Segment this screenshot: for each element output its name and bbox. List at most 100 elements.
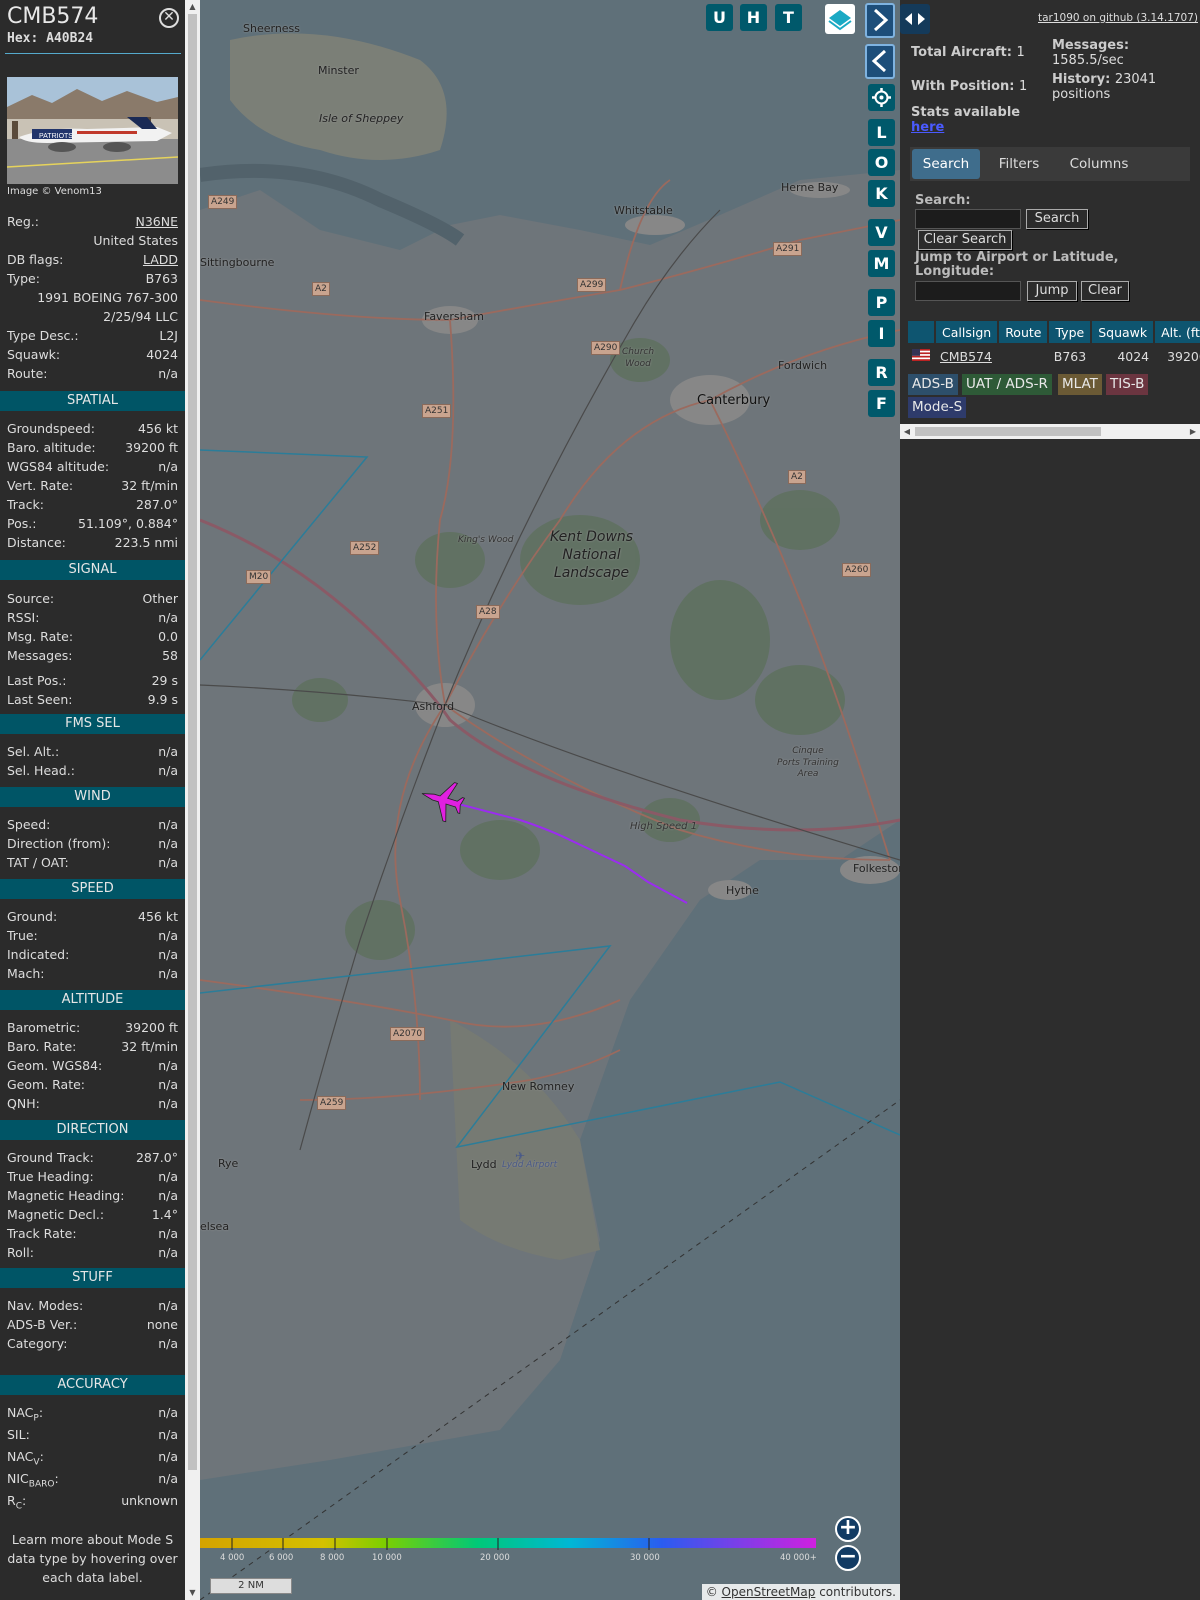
field-label[interactable]: Indicated:	[7, 945, 69, 964]
field-label[interactable]: Messages:	[7, 646, 73, 665]
field-label[interactable]: Geom. Rate:	[7, 1075, 85, 1094]
field-label[interactable]: ADS-B Ver.:	[7, 1315, 77, 1334]
table-horizontal-scrollbar[interactable]: ◀ ▶	[900, 424, 1200, 439]
layers-button[interactable]	[825, 4, 855, 34]
field-label[interactable]: Msg. Rate:	[7, 627, 73, 646]
column-header[interactable]: Callsign	[936, 321, 998, 343]
toggle-panel-width-button[interactable]	[900, 4, 930, 34]
table-row[interactable]: CMB574 B763 4024 39200	[908, 345, 1200, 367]
field-label[interactable]: Speed:	[7, 815, 50, 834]
stats-link[interactable]: here	[911, 120, 1020, 135]
field-label[interactable]: Direction (from):	[7, 834, 111, 853]
field-label[interactable]: Reg.:	[7, 212, 39, 231]
column-header[interactable]	[908, 321, 934, 343]
column-header[interactable]: Route	[999, 321, 1048, 343]
field-label[interactable]: Last Seen:	[7, 690, 72, 709]
tab-search[interactable]: Search	[912, 149, 980, 179]
field-label[interactable]: Magnetic Decl.:	[7, 1205, 104, 1224]
sidebar-scrollbar-thumb[interactable]	[188, 14, 197, 1470]
zoom-out-button[interactable]: −	[835, 1545, 861, 1571]
field-label[interactable]: Barometric:	[7, 1018, 80, 1037]
search-input[interactable]	[915, 209, 1021, 229]
badge-uat-adsr[interactable]: UAT / ADS-R	[962, 374, 1052, 395]
field-label[interactable]: Sel. Alt.:	[7, 742, 59, 761]
aircraft-marker[interactable]	[416, 774, 468, 825]
field-label[interactable]: Nav. Modes:	[7, 1296, 83, 1315]
field-value-link[interactable]: N36NE	[135, 212, 178, 231]
field-label[interactable]: True Heading:	[7, 1167, 94, 1186]
map-button-p[interactable]: P	[868, 289, 895, 316]
settings-button[interactable]	[868, 84, 895, 111]
column-header[interactable]: Squawk	[1092, 321, 1154, 343]
field-label[interactable]: Mach:	[7, 964, 44, 983]
clear-search-button[interactable]: Clear Search	[918, 230, 1012, 250]
field-label[interactable]: Type Desc.:	[7, 326, 79, 345]
field-label[interactable]: TAT / OAT:	[7, 853, 69, 872]
tab-filters[interactable]: Filters	[984, 149, 1054, 179]
field-label[interactable]: Magnetic Heading:	[7, 1186, 124, 1205]
field-label[interactable]: Distance:	[7, 533, 66, 552]
map-button-l[interactable]: L	[868, 119, 895, 146]
field-label[interactable]: Track Rate:	[7, 1224, 77, 1243]
field-label[interactable]: Route:	[7, 364, 48, 383]
field-label[interactable]: Vert. Rate:	[7, 476, 73, 495]
map-button-m[interactable]: M	[868, 250, 895, 277]
field-label[interactable]: DB flags:	[7, 250, 63, 269]
map-button-k[interactable]: K	[868, 180, 895, 207]
aircraft-photo[interactable]: PATRIOTS	[7, 77, 178, 184]
zoom-in-button[interactable]: +	[835, 1516, 861, 1542]
badge-mlat[interactable]: MLAT	[1058, 374, 1102, 395]
field-label[interactable]: Type:	[7, 269, 40, 288]
tab-columns[interactable]: Columns	[1058, 149, 1140, 179]
jump-button[interactable]: Jump	[1027, 281, 1077, 301]
map-canvas[interactable]: ✈	[200, 0, 900, 1600]
field-label[interactable]: NAC	[7, 1449, 33, 1464]
field-label-group[interactable]: RC:	[7, 1491, 26, 1517]
field-label[interactable]: Baro. Rate:	[7, 1037, 76, 1056]
field-label[interactable]: Track:	[7, 495, 44, 514]
table-scrollbar-thumb[interactable]	[915, 427, 1101, 436]
field-label[interactable]: QNH:	[7, 1094, 40, 1113]
field-label[interactable]: Category:	[7, 1334, 67, 1353]
column-header[interactable]: Type	[1049, 321, 1091, 343]
field-label[interactable]: WGS84 altitude:	[7, 457, 109, 476]
field-label[interactable]: Groundspeed:	[7, 419, 95, 438]
field-label[interactable]: Ground Track:	[7, 1148, 94, 1167]
field-label[interactable]: True:	[7, 926, 38, 945]
expand-panel-button[interactable]	[865, 3, 895, 38]
github-link[interactable]: tar1090 on github (3.14.1707)	[1038, 12, 1198, 24]
column-header[interactable]: Alt. (ft)	[1155, 321, 1200, 343]
field-label[interactable]: Roll:	[7, 1243, 34, 1262]
map-button-i[interactable]: I	[868, 320, 895, 347]
map-button-t[interactable]: T	[775, 4, 802, 31]
jump-input[interactable]	[915, 281, 1021, 301]
badge-adsb[interactable]: ADS-B	[908, 374, 958, 395]
field-label[interactable]: SIL:	[7, 1425, 30, 1444]
sidebar-scrollbar[interactable]: ▲ ▼	[185, 0, 200, 1600]
field-label[interactable]: Sel. Head.:	[7, 761, 75, 780]
field-label[interactable]: Squawk:	[7, 345, 60, 364]
map-button-h[interactable]: H	[740, 4, 767, 31]
badge-mode-s[interactable]: Mode-S	[908, 397, 967, 418]
map-button-u[interactable]: U	[706, 4, 733, 31]
map-button-r[interactable]: R	[868, 359, 895, 386]
field-label[interactable]: Pos.:	[7, 514, 36, 533]
badge-tisb[interactable]: TIS-B	[1106, 374, 1149, 395]
field-label[interactable]: Geom. WGS84:	[7, 1056, 102, 1075]
map-button-v[interactable]: V	[868, 219, 895, 246]
cell-callsign[interactable]: CMB574	[936, 345, 997, 367]
field-label[interactable]: Baro. altitude:	[7, 438, 96, 457]
close-icon[interactable]: ✕	[159, 8, 179, 28]
field-label[interactable]: NIC	[7, 1471, 29, 1486]
field-label[interactable]: NAC	[7, 1405, 33, 1420]
clear-button[interactable]: Clear	[1081, 281, 1129, 301]
field-label[interactable]: Ground:	[7, 907, 57, 926]
map-view[interactable]: ✈ Sheerness Minster Isle of Sheppey Whitsta…	[200, 0, 900, 1600]
field-label[interactable]: R	[7, 1493, 16, 1508]
collapse-sidebar-button[interactable]	[865, 44, 895, 79]
field-label[interactable]: Last Pos.:	[7, 671, 66, 690]
search-button[interactable]: Search	[1026, 209, 1088, 229]
map-button-f[interactable]: F	[868, 390, 895, 417]
field-label[interactable]: Source:	[7, 589, 54, 608]
field-value-link[interactable]: LADD	[143, 250, 178, 269]
